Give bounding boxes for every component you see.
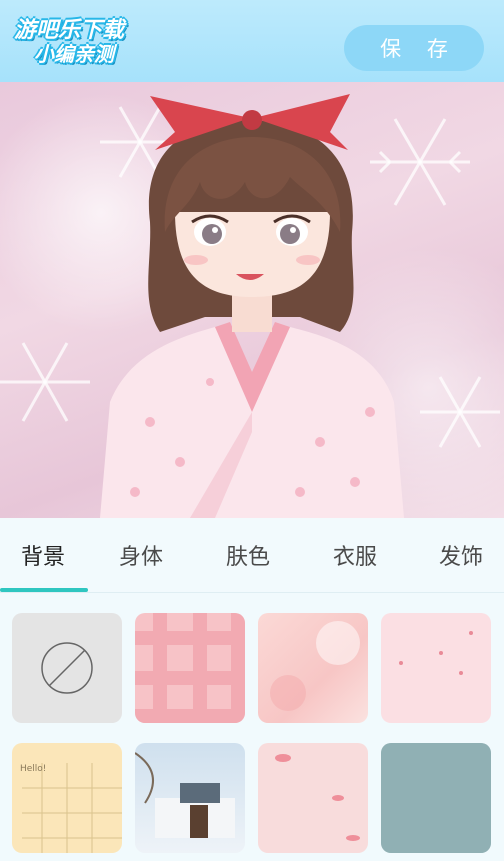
tab-background[interactable]: 背景 — [0, 518, 86, 592]
prohibited-icon — [41, 642, 93, 694]
save-button[interactable]: 保 存 — [344, 25, 484, 71]
tab-hair-accessory[interactable]: 发饰 — [418, 518, 504, 592]
plaid-thumbnail — [135, 613, 245, 723]
tab-body[interactable]: 身体 — [98, 518, 184, 592]
tab-clothes[interactable]: 衣服 — [312, 518, 398, 592]
background-option-pink-petals[interactable] — [258, 743, 368, 853]
petals-thumbnail — [275, 754, 360, 841]
character-preview — [0, 82, 504, 518]
character-illustration — [0, 94, 500, 518]
background-option-pink-hearts[interactable] — [381, 613, 491, 723]
tab-skin-color[interactable]: 肤色 — [205, 518, 291, 592]
notebook-hello-text: Hello! — [20, 764, 46, 774]
category-tabs: 背景 身体 肤色 衣服 发饰 — [0, 518, 504, 593]
courtyard-thumbnail — [135, 752, 235, 838]
background-options-grid: Hello! — [0, 593, 504, 861]
floral-thumbnail — [270, 621, 360, 711]
teal-paper-thumbnail — [381, 743, 491, 853]
logo-line-2: 小编亲测 — [34, 42, 114, 66]
top-bar: 游吧乐下载 小编亲测 保 存 — [0, 0, 504, 82]
notebook-thumbnail: Hello! — [20, 763, 122, 853]
background-option-none[interactable] — [12, 613, 122, 723]
background-option-pink-plaid[interactable] — [135, 613, 245, 723]
background-option-pink-floral[interactable] — [258, 613, 368, 723]
watermark-logo: 游吧乐下载 小编亲测 — [10, 12, 150, 68]
background-option-yellow-notebook[interactable]: Hello! — [12, 743, 122, 853]
background-option-winter-courtyard[interactable] — [135, 743, 245, 853]
background-option-teal-paper[interactable] — [381, 743, 491, 853]
hearts-thumbnail — [399, 631, 473, 675]
active-tab-indicator — [0, 588, 88, 592]
